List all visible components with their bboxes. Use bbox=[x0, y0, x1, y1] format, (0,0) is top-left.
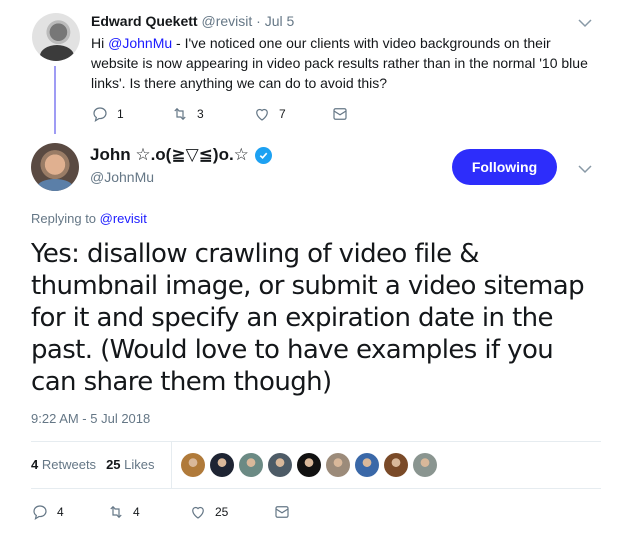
parent-tweet-date[interactable]: Jul 5 bbox=[265, 13, 295, 29]
direct-message-button[interactable] bbox=[331, 105, 349, 123]
retweet-count: 4 bbox=[133, 505, 140, 519]
liker-avatar[interactable] bbox=[268, 453, 292, 477]
like-button[interactable]: 7 bbox=[253, 105, 331, 123]
retweets-stat[interactable]: 4 Retweets bbox=[31, 457, 96, 472]
reply-icon bbox=[93, 107, 107, 123]
reply-count: 1 bbox=[117, 107, 124, 121]
separator-dot: · bbox=[256, 13, 261, 29]
like-count: 25 bbox=[215, 505, 229, 519]
parent-tweet-header: Edward Quekett @revisit · Jul 5 bbox=[91, 13, 294, 29]
retweets-count: 4 bbox=[31, 457, 39, 472]
reply-button[interactable]: 1 bbox=[91, 105, 171, 123]
stats-vertical-divider bbox=[171, 442, 172, 488]
retweet-button[interactable]: 3 bbox=[171, 105, 253, 123]
liker-avatar[interactable] bbox=[413, 453, 437, 477]
tweet-stats: 4 Retweets 25 Likes bbox=[31, 457, 155, 472]
parent-author-name[interactable]: Edward Quekett bbox=[91, 13, 198, 29]
reply-count: 4 bbox=[57, 505, 64, 519]
like-count: 7 bbox=[279, 107, 286, 121]
retweet-count: 3 bbox=[197, 107, 204, 121]
main-author-name[interactable]: John ☆.o(≧▽≦)o.☆ bbox=[90, 145, 249, 165]
main-tweet-text: Yes: disallow crawling of video file & t… bbox=[31, 239, 585, 397]
liker-avatar[interactable] bbox=[181, 453, 205, 477]
liker-avatar[interactable] bbox=[210, 453, 234, 477]
main-author-name-row[interactable]: John ☆.o(≧▽≦)o.☆ bbox=[90, 145, 272, 165]
main-tweet-menu-chevron-down-icon[interactable] bbox=[578, 164, 592, 174]
thread-connector-line bbox=[54, 66, 56, 134]
main-author-handle[interactable]: @JohnMu bbox=[90, 169, 154, 185]
retweets-label: Retweets bbox=[41, 457, 97, 472]
retweet-button[interactable]: 4 bbox=[107, 503, 189, 521]
liker-avatar[interactable] bbox=[355, 453, 379, 477]
verified-badge-icon bbox=[254, 146, 272, 164]
liker-avatar[interactable] bbox=[239, 453, 263, 477]
mention-link[interactable]: @JohnMu bbox=[108, 35, 172, 51]
heart-icon bbox=[192, 506, 204, 519]
reply-icon bbox=[33, 505, 47, 521]
parent-tweet-actions: 1 3 7 bbox=[91, 105, 349, 123]
avatar-edward-quekett[interactable] bbox=[32, 13, 80, 61]
parent-author-handle[interactable]: @revisit bbox=[201, 13, 252, 29]
retweet-icon bbox=[110, 505, 122, 519]
like-button[interactable]: 25 bbox=[189, 503, 273, 521]
likes-count: 25 bbox=[106, 457, 121, 472]
liker-avatar[interactable] bbox=[297, 453, 321, 477]
following-button[interactable]: Following bbox=[452, 149, 557, 185]
likes-stat[interactable]: 25 Likes bbox=[106, 457, 154, 472]
divider-top bbox=[31, 441, 601, 442]
heart-icon bbox=[256, 108, 268, 121]
liker-avatar[interactable] bbox=[326, 453, 350, 477]
reply-button[interactable]: 4 bbox=[31, 503, 107, 521]
parent-tweet-text: Hi @JohnMu - I've noticed one our client… bbox=[91, 33, 596, 93]
divider-bottom bbox=[31, 488, 601, 489]
avatar-johnmu[interactable] bbox=[31, 143, 79, 191]
direct-message-button[interactable] bbox=[273, 503, 291, 521]
retweet-icon bbox=[174, 107, 186, 121]
likes-label: Likes bbox=[124, 457, 155, 472]
parent-text-prefix: Hi bbox=[91, 35, 109, 51]
replying-to-label: Replying to bbox=[31, 211, 100, 226]
liker-avatar[interactable] bbox=[384, 453, 408, 477]
parent-tweet-menu-chevron-down-icon[interactable] bbox=[578, 18, 592, 28]
main-tweet-timestamp[interactable]: 9:22 AM - 5 Jul 2018 bbox=[31, 411, 150, 426]
envelope-icon bbox=[333, 108, 347, 120]
replying-to-link[interactable]: @revisit bbox=[100, 211, 147, 226]
main-tweet-actions: 4 4 25 bbox=[31, 503, 291, 521]
liker-avatars bbox=[181, 453, 437, 477]
envelope-icon bbox=[275, 506, 289, 518]
replying-to: Replying to @revisit bbox=[31, 211, 147, 226]
